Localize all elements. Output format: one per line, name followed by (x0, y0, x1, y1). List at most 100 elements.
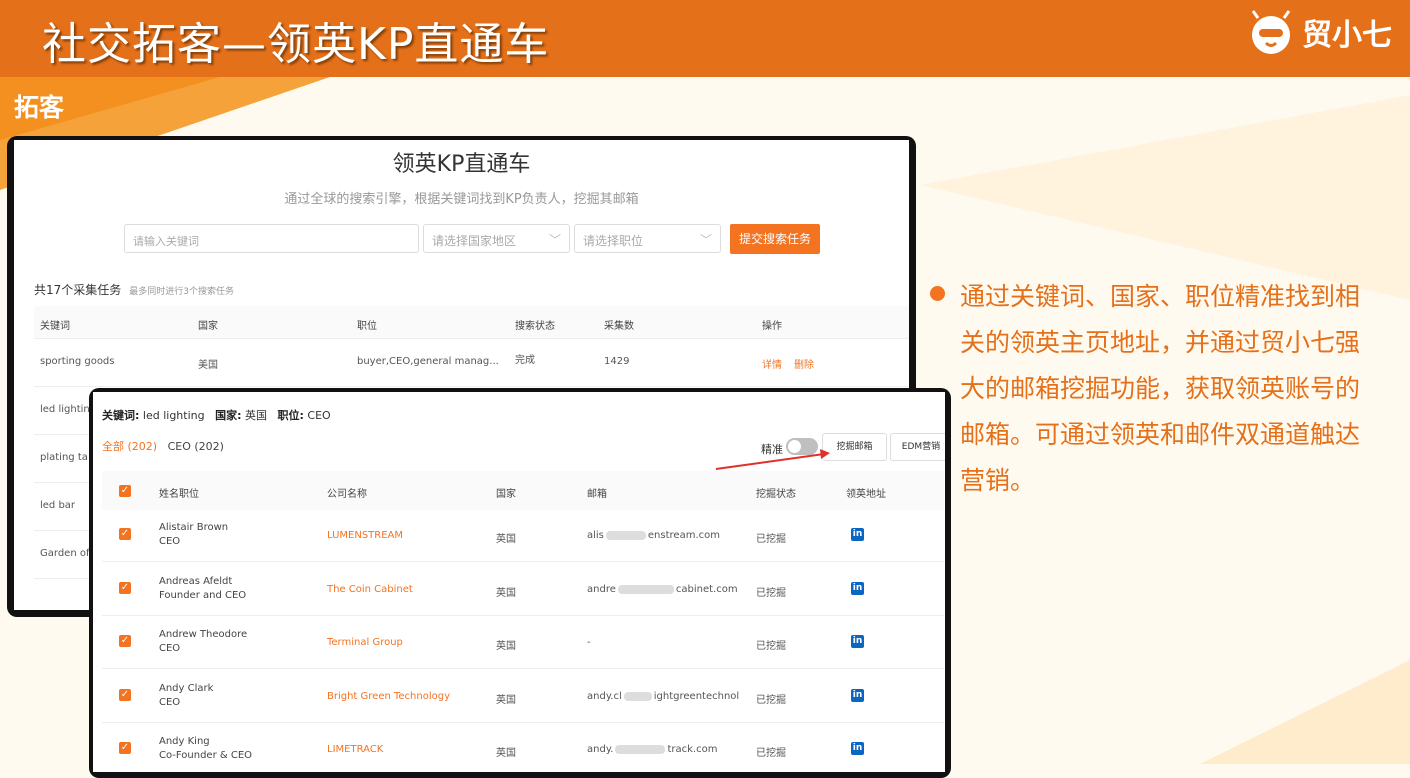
person-info: Alistair Brown CEO (159, 521, 228, 549)
red-arrow-annotation (715, 449, 830, 470)
column-header: 关键词 (40, 321, 70, 332)
search-page-subtitle: 通过全球的搜索引擎，根据关键词找到KP负责人，挖掘其邮箱 (284, 192, 639, 207)
chevron-down-icon: ﹀ (699, 233, 712, 247)
country-select[interactable]: 请选择国家地区 ﹀ (423, 224, 570, 253)
email-redaction (605, 530, 646, 540)
mine-status: 已挖掘 (756, 534, 786, 545)
column-header: 国家 (198, 321, 218, 332)
page-title: 社交拓客—领英KP直通车 (42, 19, 550, 70)
table-row: ✓ Andreas Afeldt Founder and CEO The Coin… (102, 562, 944, 616)
country-select-placeholder: 请选择国家地区 (432, 234, 517, 248)
person-info: Andy Clark CEO (159, 682, 213, 710)
section-title: 拓客 (14, 93, 65, 122)
row-count: 1429 (604, 356, 630, 367)
tab-all[interactable]: 全部 (202) (102, 440, 157, 453)
row-keyword: plating ta (40, 452, 88, 463)
position-select[interactable]: 请选择职位 ﹀ (574, 224, 721, 253)
company-link[interactable]: LIMETRACK (327, 744, 383, 755)
company-link[interactable]: The Coin Cabinet (327, 584, 413, 595)
person-info: Andy King Co-Founder & CEO (159, 735, 252, 763)
row-keyword: led lightin (40, 404, 90, 415)
keyword-input[interactable]: 请输入关键词 (124, 224, 419, 253)
search-page-title: 领英KP直通车 (392, 152, 531, 177)
column-header: 领英地址 (846, 489, 886, 500)
criteria-country-label: 国家: (215, 409, 242, 422)
task-table-header: 关键词 国家 职位 搜索状态 采集数 操作 (34, 306, 909, 339)
row-email: andre cabinet.com (587, 584, 738, 595)
company-link[interactable]: LUMENSTREAM (327, 530, 403, 541)
column-header: 操作 (762, 321, 782, 332)
person-title: CEO (159, 643, 181, 654)
task-count: 共17个采集任务 (34, 283, 122, 297)
row-country: 英国 (496, 534, 516, 545)
column-header: 搜索状态 (515, 321, 555, 332)
person-name: Andrew Theodore (159, 629, 248, 640)
row-country: 美国 (198, 360, 218, 371)
row-checkbox[interactable]: ✓ (119, 689, 131, 701)
linkedin-icon[interactable]: in (851, 582, 864, 595)
mine-status: 已挖掘 (756, 641, 786, 652)
row-keyword: sporting goods (40, 356, 115, 367)
bullet-dot-icon (930, 286, 945, 301)
email-prefix: andre (587, 584, 616, 595)
email-prefix: andy.cl (587, 691, 622, 702)
linkedin-icon[interactable]: in (851, 742, 864, 755)
row-checkbox[interactable]: ✓ (119, 742, 131, 754)
chevron-down-icon: ﹀ (548, 233, 561, 247)
column-header: 挖掘状态 (756, 489, 796, 500)
person-title: CEO (159, 697, 181, 708)
column-header: 职位 (357, 321, 377, 332)
row-country: 英国 (496, 588, 516, 599)
row-country: 英国 (496, 641, 516, 652)
row-checkbox[interactable]: ✓ (119, 635, 131, 647)
linkedin-icon[interactable]: in (851, 528, 864, 541)
column-header: 国家 (496, 489, 516, 500)
person-info: Andreas Afeldt Founder and CEO (159, 575, 246, 603)
row-email: alis enstream.com (587, 530, 720, 541)
detail-link[interactable]: 详情 (762, 356, 782, 371)
delete-link[interactable]: 删除 (794, 356, 814, 371)
select-all-checkbox[interactable]: ✓ (119, 485, 131, 497)
criteria-keyword: led lighting (142, 409, 205, 422)
email-suffix: track.com (667, 744, 718, 755)
search-criteria: 关键词: led lighting 国家: 英国 职位: CEO (102, 407, 331, 423)
mine-status: 已挖掘 (756, 748, 786, 759)
edm-marketing-button[interactable]: EDM营销 (890, 433, 945, 461)
table-row: ✓ Andrew Theodore CEO Terminal Group 英国 -… (102, 615, 944, 669)
linkedin-icon[interactable]: in (851, 635, 864, 648)
person-name: Alistair Brown (159, 522, 229, 533)
company-link[interactable]: Terminal Group (327, 637, 403, 648)
submit-search-button[interactable]: 提交搜索任务 (730, 224, 820, 254)
linkedin-icon[interactable]: in (851, 689, 864, 702)
position-select-placeholder: 请选择职位 (583, 234, 644, 248)
email-suffix: enstream.com (647, 530, 720, 541)
column-header: 邮箱 (587, 489, 607, 500)
table-row: ✓ Andy King Co-Founder & CEO LIMETRACK 英国… (102, 722, 944, 772)
person-title: CEO (159, 536, 181, 547)
person-name: Andy Clark (159, 683, 214, 694)
criteria-country: 英国 (245, 409, 268, 422)
row-checkbox[interactable]: ✓ (119, 582, 131, 594)
row-keyword: led bar (40, 500, 76, 511)
column-header: 采集数 (604, 321, 634, 332)
email-suffix: cabinet.com (675, 584, 738, 595)
row-country: 英国 (496, 695, 516, 706)
table-row: ✓ Andy Clark CEO Bright Green Technology … (102, 669, 944, 723)
email-prefix: andy. (587, 744, 614, 755)
email-redaction (617, 584, 674, 594)
row-position: buyer,CEO,general manag... (357, 356, 499, 367)
email-redaction (615, 744, 666, 754)
column-header: 姓名职位 (159, 489, 199, 500)
email-prefix: alis (587, 530, 604, 541)
email-redaction (623, 691, 652, 701)
tab-ceo[interactable]: CEO (202) (168, 440, 224, 453)
company-link[interactable]: Bright Green Technology (327, 691, 450, 702)
row-status: 完成 (515, 355, 535, 366)
row-checkbox[interactable]: ✓ (119, 528, 131, 540)
mine-status: 已挖掘 (756, 695, 786, 706)
mine-status: 已挖掘 (756, 588, 786, 599)
row-email: andy.cl ightgreentechnol (587, 691, 739, 702)
description-text: 通过关键词、国家、职位精准找到相关的领英主页地址，并通过贸小七强大的邮箱挖掘功能… (960, 282, 1361, 495)
criteria-position-label: 职位: (277, 409, 304, 422)
brand-logo: 贸小七 (1246, 4, 1392, 60)
